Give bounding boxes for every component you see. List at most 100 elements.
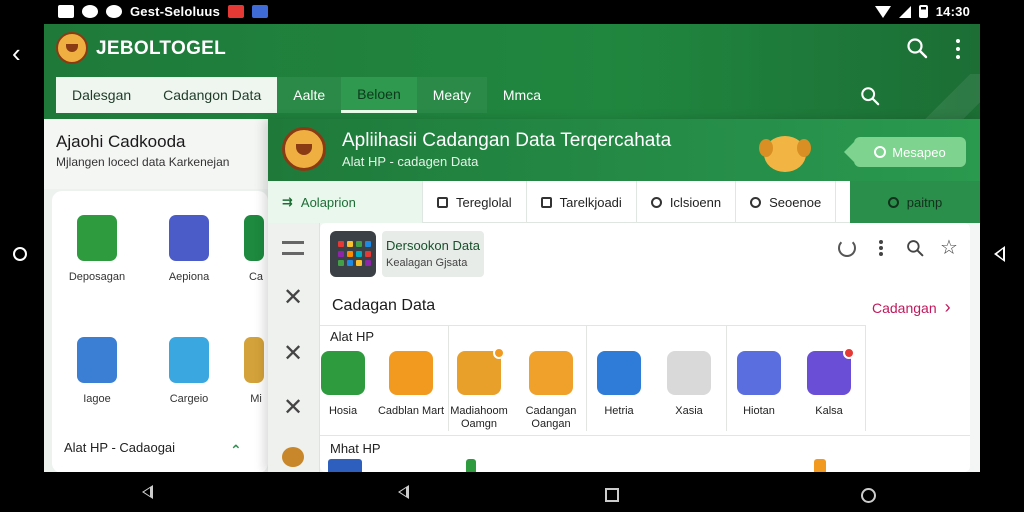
content-actions: ☆ <box>838 238 958 258</box>
left-item-aepiona[interactable]: Aepiona <box>144 215 234 283</box>
subtab-paitnp[interactable]: paitnp <box>850 181 980 223</box>
clock-icon <box>650 196 662 208</box>
tab-bar: Dalesgan Cadangon Data Aalte Beloen Meat… <box>56 77 557 113</box>
box-icon <box>437 196 448 208</box>
app-window: JEBOLTOGEL Dalesgan Cadangon Data Aalte … <box>44 24 980 472</box>
tab-beloen[interactable]: Beloen <box>341 77 417 113</box>
whatsapp-icon <box>82 5 98 18</box>
subtab-tereglolal[interactable]: Tereglolal <box>423 181 527 223</box>
nav-back-icon[interactable] <box>142 485 153 499</box>
app-item-madiahoom[interactable]: Madiahoom Oamgn <box>444 347 514 431</box>
sheet-title: Apliihasii Cadangan Data Terqercahata <box>342 130 672 151</box>
data-card[interactable]: Dersookon Data Kealagan Gjsata <box>382 231 484 277</box>
status-text: Gest-Seloluus <box>130 4 221 19</box>
compass-icon <box>807 347 855 395</box>
sheet-subtitle: Alat HP - cadagen Data <box>342 154 479 169</box>
left-panel-header: Ajaohi Cadkooda Mjlangen locecl data Kar… <box>44 119 268 189</box>
divider <box>320 325 865 326</box>
data-card-subtitle: Kealagan Gjsata <box>386 257 468 269</box>
phone-grid-icon <box>457 347 505 395</box>
section-title: Cadagan Data <box>332 297 436 314</box>
tab-aalte[interactable]: Aalte <box>277 77 342 113</box>
send-icon <box>737 351 781 395</box>
left-item-deposagan[interactable]: Deposagan <box>52 215 142 283</box>
tab-cadangon-data[interactable]: Cadangon Data <box>147 77 278 113</box>
divider <box>865 325 866 431</box>
subtab-tarelkjoadi[interactable]: Tarelkjoadi <box>527 181 637 223</box>
settings-icon <box>106 5 122 18</box>
app-icon-blue <box>252 5 269 18</box>
books-icon <box>667 351 711 395</box>
tab-mmca[interactable]: Mmca <box>487 77 557 113</box>
person-icon <box>874 146 887 158</box>
left-panel-subtitle: Mjlangen locecl data Karkenejan <box>56 155 230 169</box>
left-panel-footer: Alat HP - Cadaogai <box>64 440 176 455</box>
mascot-icon <box>282 447 304 467</box>
dog-mascot-icon <box>759 136 811 172</box>
app-logo <box>56 32 88 64</box>
left-rail: ‹ <box>0 24 44 472</box>
notification-icon <box>58 5 74 18</box>
document-chart-icon <box>77 337 117 383</box>
subtab-iclsioenn[interactable]: Iclsioenn <box>637 181 737 223</box>
left-panel-card: Deposagan Aepiona Ca Iagoe Cargeio Mi <box>52 191 268 472</box>
subtab-seoenoe[interactable]: Seoenoe <box>736 181 837 223</box>
box-icon <box>540 196 552 208</box>
menu-icon[interactable] <box>282 241 304 255</box>
subtab-aolaprion[interactable]: ⇉ Aolaprion <box>268 181 423 223</box>
back-chevron-icon[interactable]: ‹ <box>12 40 21 66</box>
close-icon[interactable]: ✕ <box>282 286 304 310</box>
partial-app-icon <box>328 459 362 472</box>
search-icon[interactable] <box>906 37 928 59</box>
left-item-cargeio[interactable]: Cargeio <box>144 337 234 405</box>
tab-dalesgan[interactable]: Dalesgan <box>56 77 148 113</box>
app-item-kalsa[interactable]: Kalsa <box>794 347 864 418</box>
more-vert-icon[interactable] <box>872 239 890 257</box>
recents-icon[interactable] <box>605 488 619 502</box>
close-icon[interactable]: ✕ <box>282 396 304 420</box>
signal-icon <box>898 5 911 18</box>
more-menu-icon[interactable] <box>950 38 966 60</box>
app-title: JEBOLTOGEL <box>96 38 227 59</box>
section-link[interactable]: Cadangan <box>872 297 951 318</box>
left-item-iagoe[interactable]: Iagoe <box>52 337 142 405</box>
collapse-icon[interactable]: ⌃ <box>230 442 242 459</box>
partial-app-icon <box>814 459 826 472</box>
app-item-hetria[interactable]: Hetria <box>584 351 654 418</box>
app-item-cadangan-oangan[interactable]: Cadangan Oangan <box>516 351 586 431</box>
phone-backup-icon <box>77 215 117 261</box>
close-icon[interactable]: ✕ <box>282 342 304 366</box>
right-rail <box>980 24 1024 472</box>
battery-icon <box>918 5 928 18</box>
sync-icon[interactable] <box>838 239 856 257</box>
search-icon[interactable] <box>906 239 924 257</box>
app-item-hiotan[interactable]: Hiotan <box>724 351 794 418</box>
message-button[interactable]: Mesapeo <box>844 137 966 167</box>
tab-meaty[interactable]: Meaty <box>416 77 487 113</box>
app-item-xasia[interactable]: Xasia <box>654 351 724 418</box>
person-icon <box>887 196 899 208</box>
app-item-cadblan-mart[interactable]: Cadblan Mart <box>376 351 446 418</box>
back-triangle-icon[interactable] <box>994 246 1005 262</box>
tab-search-icon[interactable] <box>860 86 880 106</box>
status-bar: Gest-Seloluus 14:30 <box>0 0 1024 24</box>
app-icon-red <box>228 5 245 18</box>
triangle-warning-icon <box>389 351 433 395</box>
folder-icon <box>597 351 641 395</box>
partial-app-icon <box>466 459 476 472</box>
phone-sync-icon <box>169 215 209 261</box>
sheet-tab-bar: ⇉ Aolaprion Tereglolal Tarelkjoadi Iclsi… <box>268 181 980 223</box>
phone-icon <box>244 215 264 261</box>
nav-back-icon[interactable] <box>398 485 409 499</box>
home-circle-icon[interactable] <box>13 247 27 261</box>
wifi-icon <box>874 5 891 18</box>
arrow-icon: ⇉ <box>282 194 293 209</box>
apps-grid-icon <box>330 231 376 277</box>
home-icon[interactable] <box>861 488 876 503</box>
app-item-hosia[interactable]: Hosia <box>308 351 378 418</box>
group-title: Alat HP <box>330 329 375 344</box>
divider <box>320 435 970 436</box>
phone-restore-icon <box>169 337 209 383</box>
minus-circle-icon <box>750 196 762 208</box>
star-icon[interactable]: ☆ <box>940 238 958 258</box>
